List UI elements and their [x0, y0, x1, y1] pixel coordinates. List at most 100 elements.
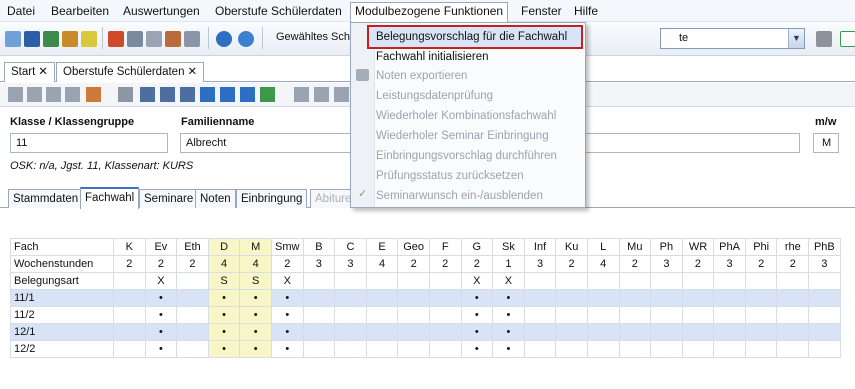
grid-cell[interactable]: • — [207, 289, 241, 307]
grid-cell[interactable] — [650, 289, 683, 307]
grid-cell[interactable] — [586, 272, 620, 290]
subject-column-header[interactable]: Eth — [176, 238, 209, 256]
menu-fenster[interactable]: Fenster — [517, 3, 566, 20]
grid-cell[interactable]: X — [144, 272, 178, 290]
export-icon[interactable] — [165, 31, 181, 47]
info-icon[interactable] — [216, 31, 232, 47]
grid-cell[interactable] — [113, 340, 146, 358]
grid-cell[interactable]: 3 — [302, 255, 336, 273]
grid-cell[interactable] — [776, 306, 810, 324]
grid-cell[interactable] — [681, 340, 715, 358]
grid-cell[interactable] — [808, 340, 841, 358]
grid-cell[interactable]: S — [239, 272, 272, 290]
close-icon[interactable]: ✕ — [187, 66, 197, 78]
grid-cell[interactable]: 3 — [650, 255, 683, 273]
grid-cell[interactable]: 4 — [239, 255, 272, 273]
grid-cell[interactable] — [713, 323, 746, 341]
grid-cell[interactable]: • — [460, 306, 494, 324]
grid-cell[interactable] — [523, 340, 557, 358]
next-record-icon[interactable] — [200, 87, 215, 102]
grid-cell[interactable] — [808, 289, 841, 307]
subject-column-header[interactable]: L — [586, 238, 620, 256]
grid-cell[interactable]: • — [460, 323, 494, 341]
print-icon[interactable] — [146, 31, 162, 47]
teacher-icon[interactable] — [62, 31, 78, 47]
people-icon[interactable] — [5, 31, 21, 47]
grid-cell[interactable]: • — [239, 323, 272, 341]
menu-hilfe[interactable]: Hilfe — [570, 3, 602, 20]
menu-datei[interactable]: Datei — [3, 3, 39, 20]
grid-cell[interactable]: • — [239, 289, 272, 307]
grid-cell[interactable] — [618, 323, 652, 341]
grid-cell[interactable] — [334, 272, 367, 290]
grid-cell[interactable] — [744, 272, 778, 290]
group-icon[interactable] — [43, 31, 59, 47]
arrow-left-icon[interactable] — [294, 87, 309, 102]
grid-cell[interactable] — [176, 340, 209, 358]
grid-cell[interactable]: 2 — [428, 255, 462, 273]
grid-cell[interactable] — [176, 306, 209, 324]
folder-icon[interactable] — [118, 87, 133, 102]
grid-cell[interactable]: 2 — [270, 255, 304, 273]
grid-cell[interactable]: 4 — [207, 255, 241, 273]
grid-cell[interactable] — [428, 306, 462, 324]
grid-cell[interactable]: X — [460, 272, 494, 290]
undo-icon[interactable] — [46, 87, 61, 102]
grid-cell[interactable] — [523, 272, 557, 290]
grid-cell[interactable] — [113, 272, 146, 290]
grid-cell[interactable] — [428, 340, 462, 358]
tab-noten[interactable]: Noten — [195, 189, 236, 208]
grid-cell[interactable] — [586, 289, 620, 307]
grid-cell[interactable]: • — [207, 323, 241, 341]
grid-cell[interactable]: 3 — [808, 255, 841, 273]
last-record-icon[interactable] — [240, 87, 255, 102]
grid-cell[interactable] — [650, 323, 683, 341]
grid-cell[interactable]: S — [207, 272, 241, 290]
save-icon[interactable] — [27, 87, 42, 102]
grid-cell[interactable]: 2 — [460, 255, 494, 273]
subject-column-header[interactable]: Phi — [744, 238, 778, 256]
grid-cell[interactable]: • — [492, 323, 525, 341]
grid-cell[interactable]: • — [144, 340, 178, 358]
grid-cell[interactable] — [744, 340, 778, 358]
subject-column-header[interactable]: Geo — [397, 238, 430, 256]
grid-cell[interactable] — [618, 306, 652, 324]
grid-cell[interactable] — [650, 340, 683, 358]
grid-cell[interactable] — [176, 289, 209, 307]
grid-cell[interactable]: • — [239, 340, 272, 358]
grid-cell[interactable]: • — [144, 306, 178, 324]
grid-cell[interactable] — [713, 306, 746, 324]
prev-page-icon[interactable] — [160, 87, 175, 102]
grid-cell[interactable] — [302, 340, 336, 358]
subject-column-header[interactable]: G — [460, 238, 494, 256]
grid-cell[interactable] — [113, 289, 146, 307]
grid-cell[interactable] — [681, 306, 715, 324]
cut-icon[interactable] — [314, 87, 329, 102]
close-icon[interactable]: ✕ — [38, 66, 48, 78]
grid-cell[interactable] — [365, 340, 399, 358]
grid-cell[interactable] — [302, 323, 336, 341]
grid-cell[interactable]: • — [207, 306, 241, 324]
chevron-down-icon[interactable]: ▼ — [788, 29, 804, 48]
grid-cell[interactable] — [365, 272, 399, 290]
grid-cell[interactable]: • — [270, 323, 304, 341]
report-icon[interactable] — [86, 87, 101, 102]
id-card-icon[interactable] — [24, 31, 40, 47]
grid-cell[interactable] — [776, 340, 810, 358]
tab-stammdaten[interactable]: Stammdaten — [8, 189, 84, 208]
subject-column-header[interactable]: Sk — [492, 238, 525, 256]
grid-cell[interactable] — [397, 272, 430, 290]
grid-cell[interactable] — [334, 289, 367, 307]
menu-item-belegungsvorschlag[interactable]: Belegungsvorschlag für die Fachwahl — [376, 27, 567, 47]
grid-cell[interactable]: X — [492, 272, 525, 290]
gender-field[interactable]: M — [813, 133, 839, 153]
grid-cell[interactable]: • — [239, 306, 272, 324]
grid-cell[interactable]: 3 — [713, 255, 746, 273]
grid-cell[interactable]: • — [144, 323, 178, 341]
note-icon[interactable] — [81, 31, 97, 47]
grid-cell[interactable] — [586, 323, 620, 341]
subject-column-header[interactable]: rhe — [776, 238, 810, 256]
grid-cell[interactable] — [334, 306, 367, 324]
grid-cell[interactable]: • — [492, 306, 525, 324]
grid-cell[interactable]: 3 — [523, 255, 557, 273]
